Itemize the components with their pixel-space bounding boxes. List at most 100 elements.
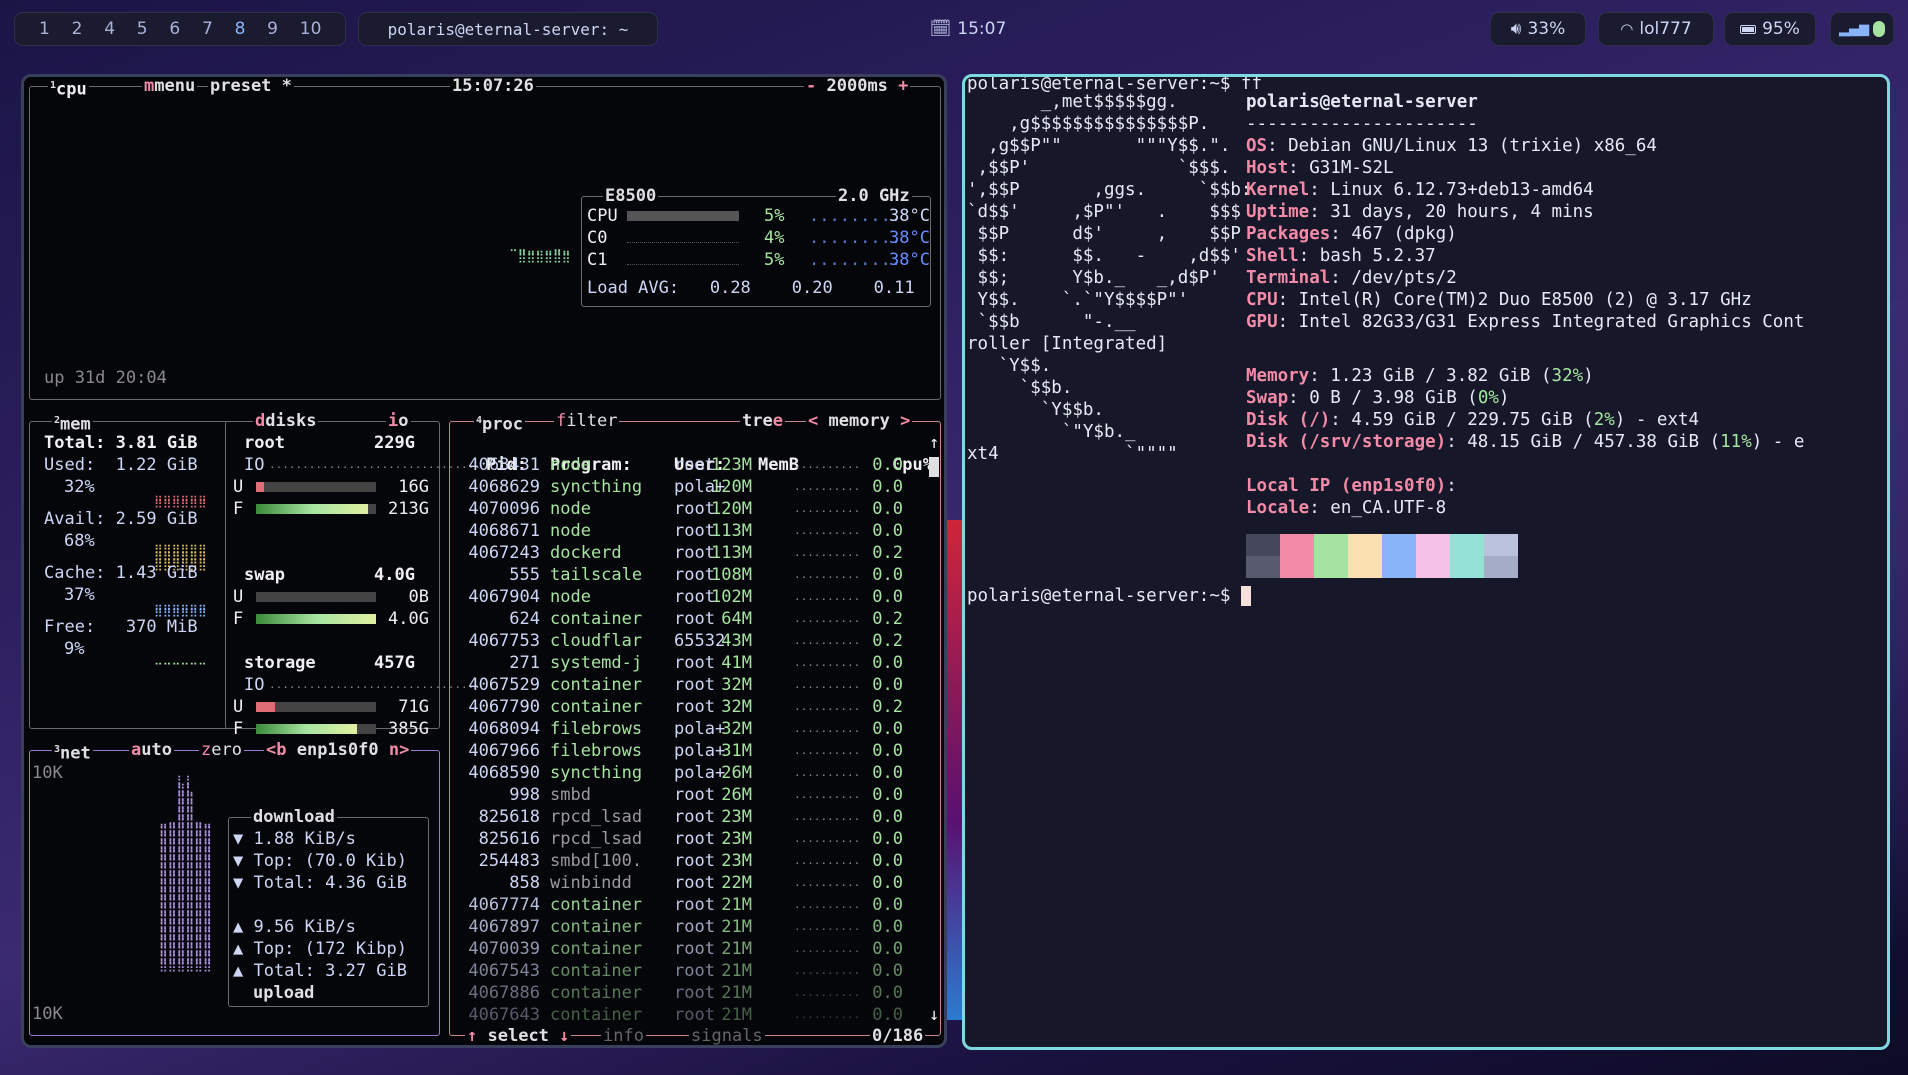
workspace-switcher: 1 2 4 5 6 7 8 9 10	[14, 12, 346, 46]
scroll-up-icon[interactable]: ↑	[929, 432, 939, 454]
proc-pid: 825616	[478, 829, 540, 849]
wifi-indicator[interactable]: ◠ lol777	[1598, 12, 1714, 46]
proc-cpu: 0.0	[872, 873, 903, 893]
download-top: ▼ Top: (70.0 Kib)	[233, 851, 407, 871]
proc-cpu: 0.0	[872, 851, 903, 871]
wifi-icon: ◠	[1620, 20, 1634, 38]
proc-scrollbar[interactable]	[929, 457, 939, 477]
terminal-window[interactable]: polaris@eternal-server:~$ ff _,met$$$$$g…	[962, 74, 1890, 1050]
workspace-10[interactable]: 10	[300, 19, 333, 39]
info-disk-storage: Disk (/srv/storage): 48.15 GiB / 457.38 …	[1246, 432, 1805, 452]
workspace-1[interactable]: 1	[39, 19, 72, 39]
proc-mem: 21M	[721, 917, 752, 937]
cpu-graph: ⠤⣤⣀⡀⣀⣤⣀ ⠀⣿⣿⣿⣿⣿⣿	[509, 241, 571, 263]
scroll-down-icon[interactable]: ↓	[929, 1004, 939, 1026]
proc-pid: 4067886	[468, 983, 540, 1003]
workspace-8[interactable]: 8	[235, 19, 268, 39]
workspace-7[interactable]: 7	[202, 19, 235, 39]
workspace-2[interactable]: 2	[72, 19, 105, 39]
disk-swap: swap	[244, 565, 285, 585]
proc-mem: 21M	[721, 961, 752, 981]
cpu-tab[interactable]: 1cpu	[48, 77, 89, 101]
proc-pid: 4067643	[468, 1005, 540, 1025]
tray-icons[interactable]: ▂▄▆	[1830, 12, 1894, 46]
btop-window[interactable]: 1cpu mmenu preset * 15:07:26 - 2000ms + …	[21, 74, 947, 1048]
cpu-usage-bar	[627, 233, 739, 243]
proc-cpu: 0.0	[872, 763, 903, 783]
proc-mini-graph: ..........	[794, 832, 861, 845]
auto-toggle[interactable]: auto	[129, 739, 174, 761]
menu-tab[interactable]: mmenu	[142, 77, 198, 97]
info-terminal: Terminal: /dev/pts/2	[1246, 268, 1457, 288]
cpu-mini-graph: .........	[809, 228, 902, 248]
proc-mini-graph: ..........	[794, 986, 861, 999]
window-title[interactable]: polaris@eternal-server: ~	[358, 12, 658, 46]
workspace-5[interactable]: 5	[137, 19, 170, 39]
proc-program: node	[550, 521, 591, 541]
debian-logo-line: Y$$. `.`"Y$$$$P"'	[967, 290, 1189, 310]
proc-mem: 21M	[721, 983, 752, 1003]
disk-storage: storage	[244, 653, 316, 673]
proc-pid: 998	[509, 785, 540, 805]
download-total: ▼ Total: 4.36 GiB	[233, 873, 407, 893]
interface-selector[interactable]: <b enp1s0f0 n>	[264, 739, 412, 761]
disk-free-fill	[256, 614, 376, 624]
color-swatch	[1416, 556, 1450, 578]
proc-user: root	[674, 851, 715, 871]
proc-mem: 23M	[721, 829, 752, 849]
workspace-9[interactable]: 9	[267, 19, 300, 39]
proc-mem: 21M	[721, 895, 752, 915]
battery-indicator[interactable]: 95%	[1724, 12, 1816, 46]
proc-mem: 22M	[721, 873, 752, 893]
workspace-6[interactable]: 6	[169, 19, 202, 39]
proc-pid: 4067790	[468, 697, 540, 717]
mem-used-pct: 32%	[64, 477, 95, 497]
proc-mini-graph: ..........	[794, 524, 861, 537]
workspace-4[interactable]: 4	[104, 19, 137, 39]
disks-tab[interactable]: ddisks	[253, 410, 319, 432]
preset-tab[interactable]: preset *	[208, 77, 294, 97]
proc-pid: 4067966	[468, 741, 540, 761]
info-local-ip: Local IP (enp1s0f0):	[1246, 476, 1457, 496]
proc-pid: 254483	[478, 851, 540, 871]
prompt-current[interactable]: polaris@eternal-server:~$	[967, 585, 1251, 607]
filter-tab[interactable]: filter	[554, 410, 620, 432]
upload-rate: ▲ 9.56 KiB/s	[233, 917, 356, 937]
proc-mini-graph: ..........	[794, 568, 861, 581]
select-control[interactable]: ↑ select ↓	[465, 1025, 572, 1045]
disk-used-fill	[256, 702, 276, 712]
proc-mini-graph: ..........	[794, 612, 861, 625]
signals-control[interactable]: signals	[689, 1025, 765, 1045]
proc-user: root	[674, 499, 715, 519]
info-memory: Memory: 1.23 GiB / 3.82 GiB (32%)	[1246, 366, 1594, 386]
mem-free-graph: ⣀⣀⣀⣀⣀⣀	[154, 651, 207, 665]
info-host: Host: G31M-S2L	[1246, 158, 1394, 178]
proc-cpu: 0.0	[872, 741, 903, 761]
proc-mini-graph: ..........	[794, 546, 861, 559]
sort-selector[interactable]: < memory >	[806, 410, 913, 432]
net-tab[interactable]: 3net	[52, 739, 93, 765]
proc-user: root	[674, 609, 715, 629]
color-swatch	[1450, 534, 1484, 556]
proc-cpu: 0.0	[872, 455, 903, 475]
tree-toggle[interactable]: tree	[740, 410, 785, 432]
debian-logo-line: ,$$P' `$$$.	[967, 158, 1231, 178]
info-packages: Packages: 467 (dpkg)	[1246, 224, 1457, 244]
debian-logo-line: ,g$$P"" """Y$$.".	[967, 136, 1231, 156]
proc-mini-graph: ..........	[794, 964, 861, 977]
disk-free-label: F	[233, 499, 244, 519]
interval-control[interactable]: - 2000ms +	[804, 77, 911, 97]
color-swatch	[1280, 556, 1314, 578]
clock[interactable]: 🗓 15:07	[913, 12, 1023, 46]
proc-tab[interactable]: 4proc	[474, 410, 525, 436]
disk-free-fill	[256, 504, 368, 514]
info-control[interactable]: info	[601, 1025, 646, 1045]
bluetooth-icon	[1873, 21, 1885, 37]
volume-indicator[interactable]: 🔊︎ 33%	[1490, 12, 1586, 46]
proc-user: root	[674, 543, 715, 563]
disk-used-fill	[256, 482, 265, 492]
io-tab[interactable]: io	[386, 410, 411, 432]
info-kernel: Kernel: Linux 6.12.73+deb13-amd64	[1246, 180, 1594, 200]
upload-total: ▲ Total: 3.27 GiB	[233, 961, 407, 981]
zero-toggle[interactable]: zero	[199, 739, 244, 761]
